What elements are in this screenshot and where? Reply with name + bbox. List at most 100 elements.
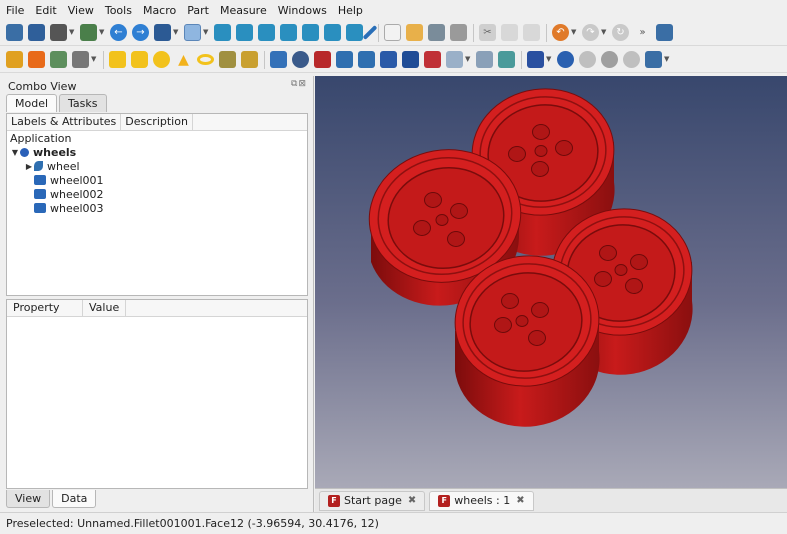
chevron-down-icon[interactable]: ▼ (99, 29, 106, 36)
menu-measure[interactable]: Measure (220, 4, 267, 17)
tree-item-wheel003[interactable]: wheel003 (7, 201, 307, 215)
expand-arrow-icon[interactable]: ▼ (10, 148, 20, 157)
tab-data[interactable]: Data (52, 490, 97, 508)
header-labels-attributes[interactable]: Labels & Attributes (7, 114, 122, 130)
header-description[interactable]: Description (121, 114, 193, 130)
header-value[interactable]: Value (83, 300, 127, 316)
new-file-icon[interactable] (384, 24, 401, 41)
chevron-down-icon[interactable]: ▼ (173, 29, 180, 36)
zoom-selection-icon[interactable] (28, 24, 45, 41)
revolve-icon[interactable] (292, 51, 309, 68)
top-view-icon[interactable] (258, 24, 275, 41)
extrude-icon[interactable] (270, 51, 287, 68)
redo-icon[interactable]: ↷ (582, 24, 599, 41)
close-icon[interactable]: ✖ (408, 495, 416, 506)
menu-view[interactable]: View (68, 4, 94, 17)
ruled-surface-icon[interactable] (402, 51, 419, 68)
cross-sections-icon[interactable] (498, 51, 515, 68)
wheels-3d-render[interactable] (315, 76, 787, 488)
3d-viewport[interactable] (315, 76, 787, 488)
chamfer-icon[interactable] (358, 51, 375, 68)
workbench-icon[interactable] (6, 51, 23, 68)
right-view-icon[interactable] (280, 24, 297, 41)
menu-edit[interactable]: Edit (35, 4, 56, 17)
menu-file[interactable]: File (6, 4, 24, 17)
panel-float-close-icon[interactable]: ⧉⊠ (291, 79, 307, 89)
zoom-fit-icon[interactable] (6, 24, 23, 41)
expand-arrow-icon[interactable]: ▶ (24, 162, 34, 171)
open-file-icon[interactable] (406, 24, 423, 41)
chevron-down-icon[interactable]: ▼ (465, 56, 472, 63)
isometric-icon[interactable] (214, 24, 231, 41)
fillet-icon[interactable] (336, 51, 353, 68)
menu-macro[interactable]: Macro (143, 4, 176, 17)
sweep-icon[interactable] (446, 51, 463, 68)
menu-help[interactable]: Help (338, 4, 363, 17)
whats-this-icon[interactable] (656, 24, 673, 41)
more-icon[interactable]: » (634, 24, 651, 41)
cylinder-icon[interactable] (131, 51, 148, 68)
mirror-icon[interactable] (314, 51, 331, 68)
section-icon[interactable] (476, 51, 493, 68)
part-icon[interactable] (28, 51, 45, 68)
cut-icon[interactable]: ✂ (479, 24, 496, 41)
chevron-down-icon[interactable]: ▼ (91, 56, 98, 63)
menu-part[interactable]: Part (187, 4, 209, 17)
link-icon[interactable] (50, 51, 67, 68)
tab-view[interactable]: View (6, 490, 51, 508)
freecad-icon: F (438, 494, 451, 507)
tube-icon[interactable] (219, 51, 236, 68)
undo-icon[interactable]: ↶ (552, 24, 569, 41)
chevron-down-icon[interactable]: ▼ (546, 56, 553, 63)
chevron-down-icon[interactable]: ▼ (601, 29, 608, 36)
paste-icon[interactable] (523, 24, 540, 41)
thickness-icon[interactable] (557, 51, 574, 68)
primitives-icon[interactable] (241, 51, 258, 68)
chevron-down-icon[interactable]: ▼ (69, 29, 76, 36)
chevron-down-icon[interactable]: ▼ (664, 56, 671, 63)
std-view-icon[interactable] (80, 24, 97, 41)
chevron-down-icon[interactable]: ▼ (571, 29, 578, 36)
rear-view-icon[interactable] (302, 24, 319, 41)
measure-icon[interactable] (362, 25, 378, 40)
tree-item-wheel[interactable]: ▶ wheel (7, 159, 307, 173)
fuse-icon[interactable] (623, 51, 640, 68)
group-icon[interactable] (72, 51, 89, 68)
draw-style-icon[interactable] (50, 24, 67, 41)
close-icon[interactable]: ✖ (516, 495, 524, 506)
face-icon[interactable] (380, 51, 397, 68)
forward-icon[interactable]: → (132, 24, 149, 41)
boolean-icon[interactable] (579, 51, 596, 68)
view-menu-icon[interactable] (154, 24, 171, 41)
save-file-icon[interactable] (428, 24, 445, 41)
tree-item-label: wheel003 (50, 201, 104, 215)
print-icon[interactable] (450, 24, 467, 41)
tab-wheels-doc[interactable]: F wheels : 1 ✖ (429, 490, 534, 511)
refresh-icon[interactable]: ↻ (612, 24, 629, 41)
tab-tasks[interactable]: Tasks (59, 94, 107, 112)
tab-start-page[interactable]: F Start page ✖ (319, 490, 426, 511)
left-view-icon[interactable] (346, 24, 363, 41)
copy-icon[interactable] (501, 24, 518, 41)
tree-header: Labels & Attributes Description (7, 114, 307, 131)
menu-windows[interactable]: Windows (278, 4, 327, 17)
tree-item-wheels[interactable]: ▼ wheels (7, 145, 307, 159)
cone-icon[interactable]: ▲ (175, 51, 192, 68)
menu-tools[interactable]: Tools (105, 4, 132, 17)
bottom-view-icon[interactable] (324, 24, 341, 41)
header-property[interactable]: Property (7, 300, 83, 316)
front-view-icon[interactable] (236, 24, 253, 41)
torus-icon[interactable] (197, 54, 214, 65)
cut-boolean-icon[interactable] (601, 51, 618, 68)
zoom-icon[interactable] (184, 24, 201, 41)
tree-item-wheel002[interactable]: wheel002 (7, 187, 307, 201)
back-icon[interactable]: ← (110, 24, 127, 41)
loft-icon[interactable] (424, 51, 441, 68)
box-icon[interactable] (109, 51, 126, 68)
tree-item-wheel001[interactable]: wheel001 (7, 173, 307, 187)
chevron-down-icon[interactable]: ▼ (203, 29, 210, 36)
offset-icon[interactable] (527, 51, 544, 68)
sphere-icon[interactable] (153, 51, 170, 68)
common-icon[interactable] (645, 51, 662, 68)
tab-model[interactable]: Model (6, 94, 58, 112)
